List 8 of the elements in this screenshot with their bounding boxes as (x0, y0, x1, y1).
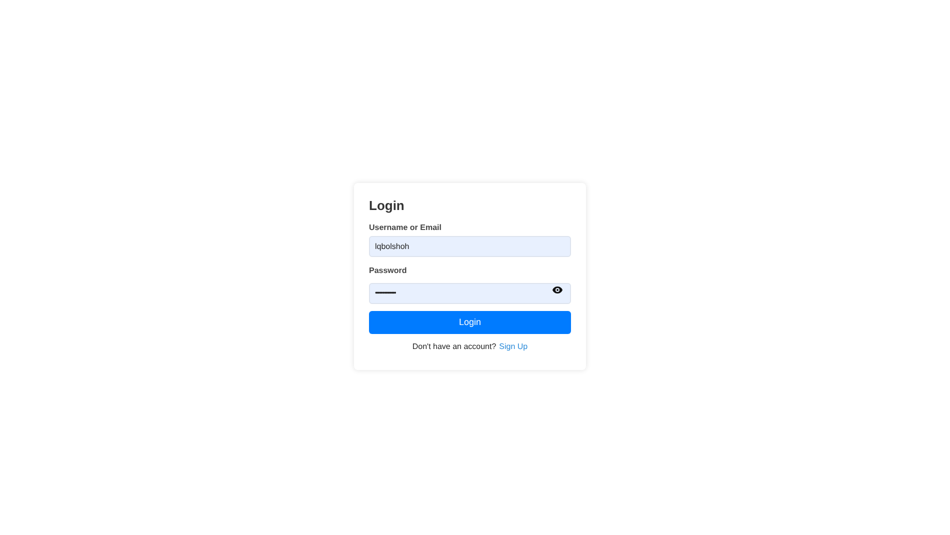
username-label: Username or Email (369, 223, 442, 233)
username-field[interactable]: lqbolshoh (369, 236, 571, 257)
signup-prompt: Don't have an account? (412, 342, 496, 352)
signup-link[interactable]: Sign Up (499, 342, 528, 352)
password-label: Password (369, 266, 408, 276)
eye-icon[interactable] (552, 286, 563, 294)
login-title: Login (369, 198, 406, 214)
login-button[interactable]: Login (369, 311, 571, 334)
